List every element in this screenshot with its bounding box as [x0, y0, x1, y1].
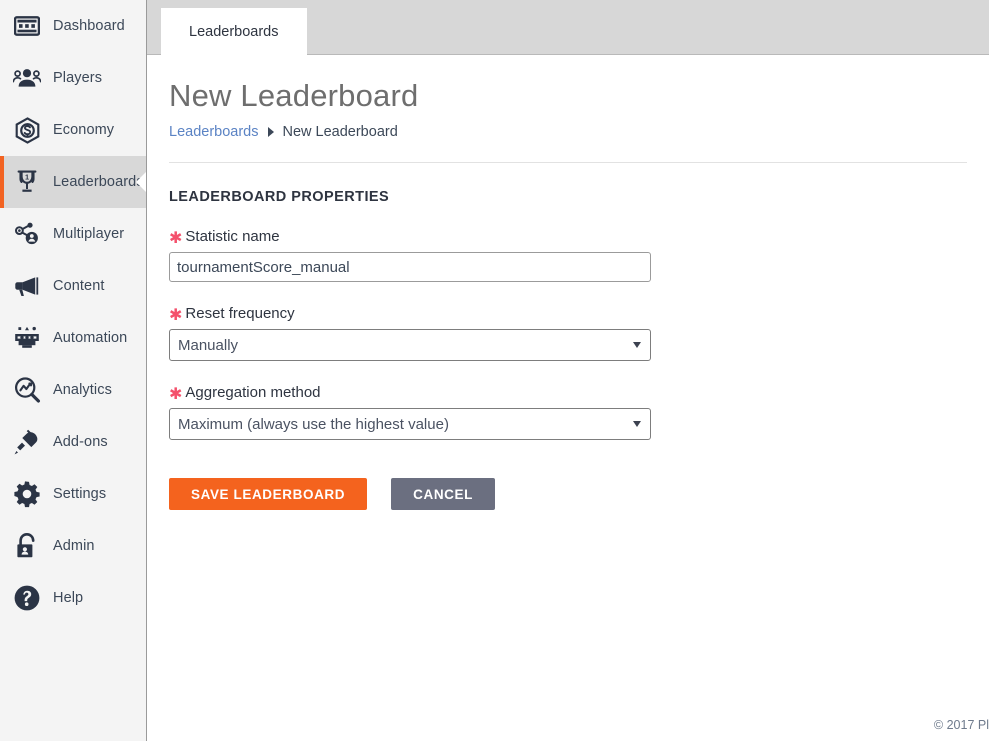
- dashboard-icon: [10, 9, 44, 43]
- sidebar-item-settings[interactable]: Settings: [0, 468, 146, 520]
- sidebar-item-label: Leaderboards: [53, 174, 144, 190]
- sidebar-item-label: Help: [53, 590, 83, 606]
- tab-leaderboards[interactable]: Leaderboards: [161, 8, 307, 55]
- trophy-icon: 1: [10, 165, 44, 199]
- aggregation-method-select[interactable]: Maximum (always use the highest value): [169, 408, 651, 440]
- aggregation-method-select-wrap: Maximum (always use the highest value): [169, 408, 651, 440]
- sidebar-item-label: Content: [53, 278, 105, 294]
- content-divider: [169, 162, 967, 163]
- sidebar: Dashboard Players Economy 1 Leaderboards Mult…: [0, 0, 147, 741]
- gear-icon: [10, 477, 44, 511]
- sidebar-item-dashboard[interactable]: Dashboard: [0, 0, 146, 52]
- sidebar-item-label: Automation: [53, 330, 127, 346]
- sidebar-item-automation[interactable]: Automation: [0, 312, 146, 364]
- required-asterisk-icon: ✱: [169, 231, 182, 247]
- field-reset-frequency: ✱ Reset frequency Manually: [169, 305, 967, 361]
- selected-value: Maximum (always use the highest value): [178, 416, 449, 433]
- sidebar-item-leaderboards[interactable]: 1 Leaderboards: [0, 156, 146, 208]
- sidebar-item-label: Dashboard: [53, 18, 125, 34]
- label-statistic-name: ✱ Statistic name: [169, 228, 967, 245]
- lock-icon: [10, 529, 44, 563]
- breadcrumb: Leaderboards New Leaderboard: [169, 124, 967, 140]
- megaphone-icon: [10, 269, 44, 303]
- players-icon: [10, 61, 44, 95]
- breadcrumb-link-leaderboards[interactable]: Leaderboards: [169, 124, 259, 140]
- sidebar-item-label: Settings: [53, 486, 106, 502]
- field-statistic-name: ✱ Statistic name: [169, 228, 967, 282]
- sidebar-item-label: Analytics: [53, 382, 112, 398]
- analytics-icon: [10, 373, 44, 407]
- sidebar-item-economy[interactable]: Economy: [0, 104, 146, 156]
- sidebar-item-analytics[interactable]: Analytics: [0, 364, 146, 416]
- sidebar-item-add-ons[interactable]: Add-ons: [0, 416, 146, 468]
- save-leaderboard-button[interactable]: SAVE LEADERBOARD: [169, 478, 367, 510]
- sidebar-item-label: Players: [53, 70, 102, 86]
- cancel-button[interactable]: CANCEL: [391, 478, 495, 510]
- tab-bar: Leaderboards: [147, 0, 989, 55]
- reset-frequency-select[interactable]: Manually: [169, 329, 651, 361]
- multiplayer-icon: [10, 217, 44, 251]
- sidebar-item-help[interactable]: Help: [0, 572, 146, 624]
- help-icon: [10, 581, 44, 615]
- statistic-name-input[interactable]: [169, 252, 651, 282]
- sidebar-item-content[interactable]: Content: [0, 260, 146, 312]
- required-asterisk-icon: ✱: [169, 308, 182, 324]
- tab-label: Leaderboards: [189, 24, 279, 40]
- form-actions: SAVE LEADERBOARD CANCEL: [169, 478, 967, 510]
- breadcrumb-current: New Leaderboard: [283, 124, 398, 140]
- chevron-right-icon: [268, 127, 274, 137]
- sidebar-item-admin[interactable]: Admin: [0, 520, 146, 572]
- page-content: New Leaderboard Leaderboards New Leaderb…: [147, 79, 989, 510]
- section-title-leaderboard-properties: LEADERBOARD PROPERTIES: [169, 189, 967, 205]
- sidebar-item-label: Admin: [53, 538, 95, 554]
- label-aggregation-method: ✱ Aggregation method: [169, 384, 967, 401]
- reset-frequency-select-wrap: Manually: [169, 329, 651, 361]
- app-root: Dashboard Players Economy 1 Leaderboards Mult…: [0, 0, 989, 741]
- main-content: Leaderboards New Leaderboard Leaderboard…: [147, 0, 989, 741]
- plug-icon: [10, 425, 44, 459]
- sidebar-item-players[interactable]: Players: [0, 52, 146, 104]
- label-text: Statistic name: [185, 228, 279, 245]
- selected-value: Manually: [178, 337, 238, 354]
- page-title: New Leaderboard: [169, 79, 967, 113]
- footer-copyright: © 2017 Pl: [934, 718, 989, 732]
- sidebar-item-multiplayer[interactable]: Multiplayer: [0, 208, 146, 260]
- label-reset-frequency: ✱ Reset frequency: [169, 305, 967, 322]
- sidebar-item-label: Economy: [53, 122, 114, 138]
- automation-icon: [10, 321, 44, 355]
- active-indicator-arrow-icon: [136, 171, 147, 193]
- field-aggregation-method: ✱ Aggregation method Maximum (always use…: [169, 384, 967, 440]
- sidebar-item-label: Add-ons: [53, 434, 108, 450]
- economy-icon: [10, 113, 44, 147]
- svg-text:1: 1: [25, 173, 29, 182]
- label-text: Reset frequency: [185, 305, 294, 322]
- required-asterisk-icon: ✱: [169, 387, 182, 403]
- sidebar-item-label: Multiplayer: [53, 226, 124, 242]
- label-text: Aggregation method: [185, 384, 320, 401]
